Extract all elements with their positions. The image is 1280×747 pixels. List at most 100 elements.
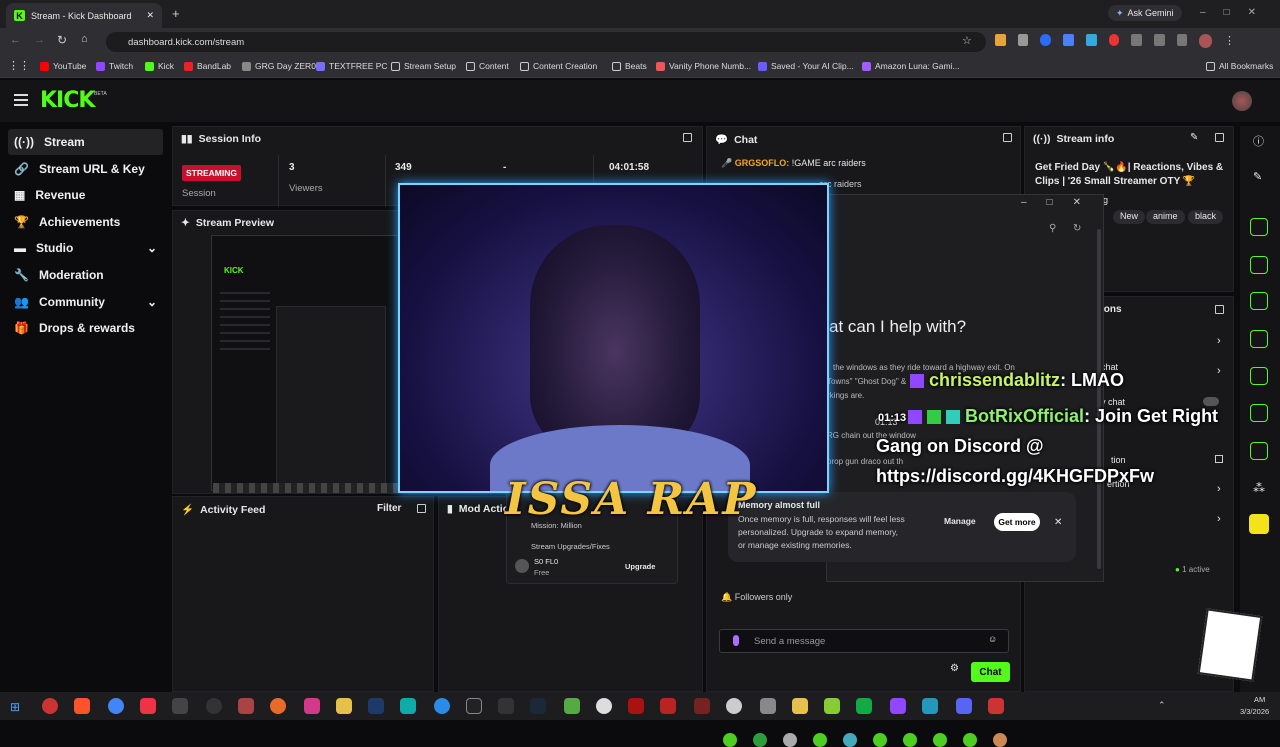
rail-bolt-icon[interactable] xyxy=(1250,256,1268,274)
tag-chip[interactable]: anime xyxy=(1146,210,1185,224)
emote-icon[interactable] xyxy=(813,733,827,747)
chrome-icon[interactable] xyxy=(108,698,124,714)
new-tab-icon[interactable]: + xyxy=(172,6,180,21)
sidebar-item-studio[interactable]: ▬ Studio ⌄ xyxy=(8,235,163,261)
taskbar-app-icon[interactable] xyxy=(238,698,254,714)
menu-dots-icon[interactable]: ⋮ xyxy=(1224,34,1235,48)
bookmark-folder[interactable]: Content xyxy=(466,61,509,71)
rail-share-icon[interactable]: ⁂ xyxy=(1253,481,1265,495)
taskbar-app-icon[interactable] xyxy=(596,698,612,714)
obs-icon[interactable] xyxy=(206,698,222,714)
chat-input[interactable]: Send a message xyxy=(719,629,1009,653)
sidebar-item-drops[interactable]: 🎁 Drops & rewards xyxy=(8,315,163,341)
bookmark-youtube[interactable]: YouTube xyxy=(40,61,86,71)
reload-icon[interactable]: ↻ xyxy=(57,33,67,47)
twitch-icon[interactable] xyxy=(890,698,906,714)
rail-chat-icon[interactable] xyxy=(1250,330,1268,348)
brave-icon[interactable] xyxy=(74,698,90,714)
taskbar-app-icon[interactable] xyxy=(498,698,514,714)
window-controls[interactable]: –□✕ xyxy=(1200,7,1274,18)
bookmark-star-icon[interactable]: ☆ xyxy=(962,34,972,47)
extension-icon[interactable] xyxy=(1108,34,1120,46)
emote-icon[interactable] xyxy=(873,733,887,747)
toggle-switch[interactable] xyxy=(1203,397,1219,406)
ask-gemini-button[interactable]: ✦ Ask Gemini xyxy=(1108,5,1182,21)
taskbar-app-icon[interactable] xyxy=(760,698,776,714)
sidebar-item-community[interactable]: 👥 Community ⌄ xyxy=(8,289,163,315)
bookmark-saved[interactable]: Saved - Your AI Clip... xyxy=(758,61,854,71)
pencil-icon[interactable]: ✎ xyxy=(1253,170,1262,183)
manage-button[interactable]: Manage xyxy=(944,516,976,526)
popout-icon[interactable] xyxy=(417,504,426,513)
popout-icon[interactable] xyxy=(1215,133,1224,142)
sidebar-item-achievements[interactable]: 🏆 Achievements xyxy=(8,209,163,235)
windows-start-icon[interactable]: ⊞ xyxy=(10,700,20,714)
close-icon[interactable]: ✕ xyxy=(1054,517,1062,528)
taskbar-app-icon[interactable] xyxy=(922,698,938,714)
sidebar-item-moderation[interactable]: 🔧 Moderation xyxy=(8,262,163,288)
emote-icon[interactable] xyxy=(723,733,737,747)
rail-yellow-widget-icon[interactable] xyxy=(1249,514,1269,534)
emote-icon[interactable] xyxy=(753,733,767,747)
tag-chip[interactable]: New xyxy=(1113,210,1146,224)
taskbar-app-icon[interactable] xyxy=(988,698,1004,714)
sidebar-item-stream[interactable]: ((·)) Stream xyxy=(8,129,163,155)
rail-wrench-icon[interactable] xyxy=(1250,442,1268,460)
instagram-icon[interactable] xyxy=(304,698,320,714)
taskbar-app-icon[interactable] xyxy=(660,698,676,714)
person-icon[interactable]: ⚲ xyxy=(1049,223,1056,234)
taskbar-app-icon[interactable] xyxy=(564,698,580,714)
user-avatar[interactable] xyxy=(1232,91,1252,111)
close-tab-icon[interactable]: ✕ xyxy=(146,10,154,21)
extension-icon[interactable] xyxy=(1040,34,1052,46)
rail-trash-icon[interactable] xyxy=(1250,292,1268,310)
popout-icon[interactable] xyxy=(683,133,692,142)
extension-icon[interactable] xyxy=(995,34,1006,46)
info-icon[interactable]: ⓘ xyxy=(1253,133,1264,149)
capcut-icon[interactable] xyxy=(466,698,482,714)
taskbar-app-icon[interactable] xyxy=(824,698,840,714)
mic-icon[interactable] xyxy=(733,635,739,646)
scrollbar[interactable] xyxy=(1097,229,1101,569)
bookmark-luna[interactable]: Amazon Luna: Gami... xyxy=(862,61,960,71)
puzzle-icon[interactable] xyxy=(1131,34,1143,46)
taskbar-app-icon[interactable] xyxy=(792,698,808,714)
rail-broadcast-icon[interactable] xyxy=(1250,367,1268,385)
chevron-right-icon[interactable]: › xyxy=(1217,365,1221,377)
bookmark-twitch[interactable]: Twitch xyxy=(96,61,133,71)
home-icon[interactable]: ⌂ xyxy=(81,33,88,45)
sidebar-item-revenue[interactable]: ▦ Revenue xyxy=(8,182,163,208)
discord-icon[interactable] xyxy=(956,698,972,714)
bookmark-bandlab[interactable]: BandLab xyxy=(184,61,231,71)
edit-pencil-icon[interactable]: ✎ xyxy=(1190,132,1198,143)
emote-icon[interactable] xyxy=(963,733,977,747)
gear-icon[interactable]: ⚙ xyxy=(950,663,959,674)
emoji-picker-icon[interactable]: ☺ xyxy=(988,634,997,644)
chat-send-button[interactable]: Chat xyxy=(971,662,1010,682)
taskbar-app-icon[interactable] xyxy=(42,698,58,714)
popout-icon[interactable] xyxy=(1215,455,1223,463)
edge-icon[interactable] xyxy=(434,698,450,714)
bookmark-grg[interactable]: GRG Day ZER0 xyxy=(242,61,316,71)
media-icon[interactable] xyxy=(1176,34,1188,46)
tray-chevron-icon[interactable]: ⌃ xyxy=(1158,700,1166,711)
popout-icon[interactable] xyxy=(1215,305,1224,314)
taskbar-app-icon[interactable] xyxy=(400,698,416,714)
get-more-button[interactable]: Get more xyxy=(994,513,1040,531)
refresh-icon[interactable]: ↻ xyxy=(1073,223,1081,234)
taskbar-app-icon[interactable] xyxy=(270,698,286,714)
filter-button[interactable]: Filter xyxy=(377,503,401,514)
hamburger-menu-icon[interactable] xyxy=(14,94,28,106)
folder-icon[interactable] xyxy=(336,698,352,714)
chevron-right-icon[interactable]: › xyxy=(1217,483,1221,495)
rail-list-icon[interactable] xyxy=(1250,404,1268,422)
sidepanel-icon[interactable] xyxy=(1154,34,1165,46)
emote-icon[interactable] xyxy=(843,733,857,747)
photoshop-icon[interactable] xyxy=(368,698,384,714)
chevron-right-icon[interactable]: › xyxy=(1217,513,1221,525)
bookmark-folder[interactable]: Beats xyxy=(612,61,647,71)
kick-logo[interactable]: KICK xyxy=(40,88,95,113)
steam-icon[interactable] xyxy=(530,698,546,714)
taskbar-app-icon[interactable] xyxy=(628,698,644,714)
apps-grid-icon[interactable]: ⋮⋮ xyxy=(8,59,30,72)
